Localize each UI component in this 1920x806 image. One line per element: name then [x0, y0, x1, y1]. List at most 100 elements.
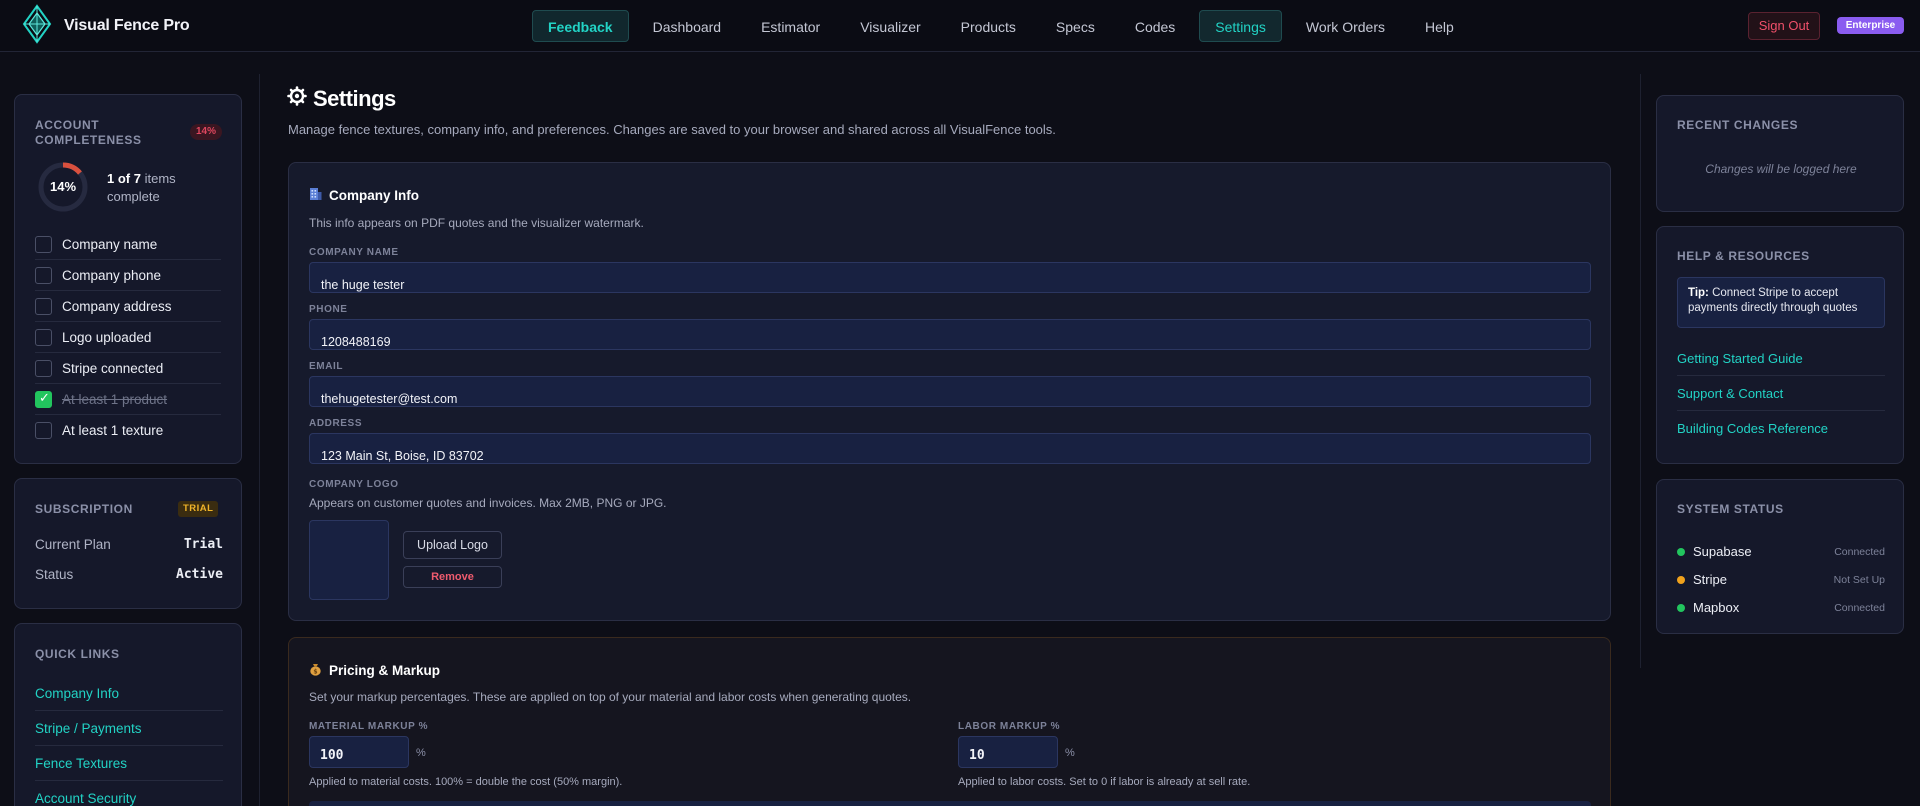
service-state: Connected [1834, 601, 1885, 614]
service-state: Connected [1834, 545, 1885, 558]
help-link-getting-started[interactable]: Getting Started Guide [1677, 341, 1885, 376]
quick-link-company-info[interactable]: Company Info [35, 676, 223, 711]
checkbox[interactable] [35, 235, 52, 253]
current-plan-label: Current Plan [35, 537, 111, 552]
building-icon [309, 187, 322, 204]
trial-badge: TRIAL [178, 501, 219, 517]
company-logo-hint: Appears on customer quotes and invoices.… [309, 496, 667, 510]
nav-visualizer[interactable]: Visualizer [844, 10, 936, 42]
tip-label: Tip: [1688, 287, 1709, 299]
nav-products[interactable]: Products [945, 10, 1032, 42]
address-label: ADDRESS [309, 418, 363, 429]
nav-specs[interactable]: Specs [1040, 10, 1111, 42]
subscription-card: SUBSCRIPTION TRIAL Current Plan Trial St… [14, 478, 242, 609]
remove-logo-button[interactable]: Remove [403, 566, 502, 588]
service-name: Mapbox [1693, 600, 1740, 615]
checkbox[interactable] [35, 266, 52, 284]
check-item-product[interactable]: At least 1 product [35, 384, 221, 415]
check-label: Stripe connected [62, 360, 164, 376]
status-supabase: Supabase Connected [1677, 544, 1885, 559]
company-info-section: Company Info This info appears on PDF qu… [288, 162, 1611, 621]
company-info-subtitle: This info appears on PDF quotes and the … [309, 216, 644, 230]
material-markup-hint: Applied to material costs. 100% = double… [309, 776, 623, 788]
quick-link-security[interactable]: Account Security [35, 781, 223, 806]
page-title: Settings [287, 86, 396, 112]
status-row: Status Active [35, 567, 223, 582]
pricing-subtitle: Set your markup percentages. These are a… [309, 690, 912, 704]
top-nav-bar: Visual Fence Pro Feedback Dashboard Esti… [0, 0, 1920, 52]
status-mapbox: Mapbox Connected [1677, 600, 1885, 615]
brand[interactable]: Visual Fence Pro [20, 3, 190, 49]
tip-box: Tip: Connect Stripe to accept payments d… [1677, 277, 1885, 328]
status-dot-icon [1677, 603, 1685, 612]
right-divider [1640, 74, 1641, 668]
company-info-title-text: Company Info [329, 188, 419, 203]
address-input[interactable]: 123 Main St, Boise, ID 83702 [309, 433, 1591, 464]
checkbox[interactable] [35, 359, 52, 377]
pricing-next-field [309, 801, 1591, 806]
phone-input[interactable]: 1208488169 [309, 319, 1591, 350]
help-link-support[interactable]: Support & Contact [1677, 376, 1885, 411]
money-bag-icon: $ [309, 662, 322, 679]
pricing-title-text: Pricing & Markup [329, 663, 441, 678]
logo-icon [20, 3, 54, 49]
email-label: EMAIL [309, 361, 344, 372]
checkbox-checked[interactable] [35, 390, 52, 408]
system-status-card: SYSTEM STATUS Supabase Connected Stripe … [1656, 479, 1904, 634]
left-divider [259, 74, 260, 806]
company-info-title: Company Info [309, 187, 419, 204]
help-resources-card: HELP & RESOURCES Tip: Connect Stripe to … [1656, 226, 1904, 464]
checkbox[interactable] [35, 422, 52, 439]
page-title-text: Settings [313, 86, 396, 111]
check-item-company-phone[interactable]: Company phone [35, 260, 221, 291]
account-completeness-card: ACCOUNT COMPLETENESS 14% 14% 1 of 7 item… [14, 94, 242, 464]
quick-link-textures[interactable]: Fence Textures [35, 746, 223, 781]
completeness-summary: 1 of 7 items complete [107, 170, 217, 206]
quick-links-title: QUICK LINKS [35, 647, 120, 661]
labor-markup-input[interactable]: 10 [958, 736, 1058, 768]
material-markup-input[interactable]: 100 [309, 736, 409, 768]
material-markup-label: MATERIAL MARKUP % [309, 721, 429, 732]
subscription-title: SUBSCRIPTION [35, 502, 133, 516]
status-stripe: Stripe Not Set Up [1677, 572, 1885, 587]
checkbox[interactable] [35, 328, 52, 346]
nav-help[interactable]: Help [1409, 10, 1470, 42]
check-label: Company phone [62, 267, 162, 283]
phone-label: PHONE [309, 304, 348, 315]
completeness-percent-badge: 14% [190, 124, 223, 140]
nav-work-orders[interactable]: Work Orders [1290, 10, 1401, 42]
nav-feedback[interactable]: Feedback [532, 10, 629, 42]
check-label: Company name [62, 236, 158, 252]
pricing-title: $ Pricing & Markup [309, 662, 440, 679]
check-item-texture[interactable]: At least 1 texture [35, 415, 221, 446]
svg-text:$: $ [313, 668, 317, 675]
checkbox[interactable] [35, 297, 52, 315]
help-title: HELP & RESOURCES [1677, 249, 1810, 263]
recent-changes-empty: Changes will be logged here [1705, 162, 1857, 176]
help-link-building-codes[interactable]: Building Codes Reference [1677, 411, 1885, 446]
logo-preview[interactable] [309, 520, 389, 600]
nav-dashboard[interactable]: Dashboard [637, 10, 738, 42]
company-name-input[interactable]: the huge tester [309, 262, 1591, 293]
nav-settings[interactable]: Settings [1199, 10, 1282, 42]
current-plan-row: Current Plan Trial [35, 537, 223, 552]
email-input[interactable]: thehugetester@test.com [309, 376, 1591, 407]
check-item-logo[interactable]: Logo uploaded [35, 322, 221, 353]
check-item-company-address[interactable]: Company address [35, 291, 221, 322]
completeness-checklist: Company name Company phone Company addre… [35, 229, 221, 446]
check-label: Company address [62, 298, 172, 314]
check-item-company-name[interactable]: Company name [35, 229, 221, 260]
service-name: Stripe [1693, 572, 1727, 587]
pricing-markup-section: $ Pricing & Markup Set your markup perce… [288, 637, 1611, 806]
sign-out-button[interactable]: Sign Out [1748, 12, 1820, 40]
upload-logo-button[interactable]: Upload Logo [403, 531, 502, 559]
check-item-stripe[interactable]: Stripe connected [35, 353, 221, 384]
status-value: Active [176, 567, 223, 582]
main-nav: Feedback Dashboard Estimator Visualizer … [532, 10, 1470, 42]
nav-codes[interactable]: Codes [1119, 10, 1191, 42]
nav-estimator[interactable]: Estimator [745, 10, 836, 42]
system-status-title: SYSTEM STATUS [1677, 502, 1784, 516]
status-label: Status [35, 567, 74, 582]
plan-badge: Enterprise [1837, 17, 1904, 34]
quick-link-stripe[interactable]: Stripe / Payments [35, 711, 223, 746]
